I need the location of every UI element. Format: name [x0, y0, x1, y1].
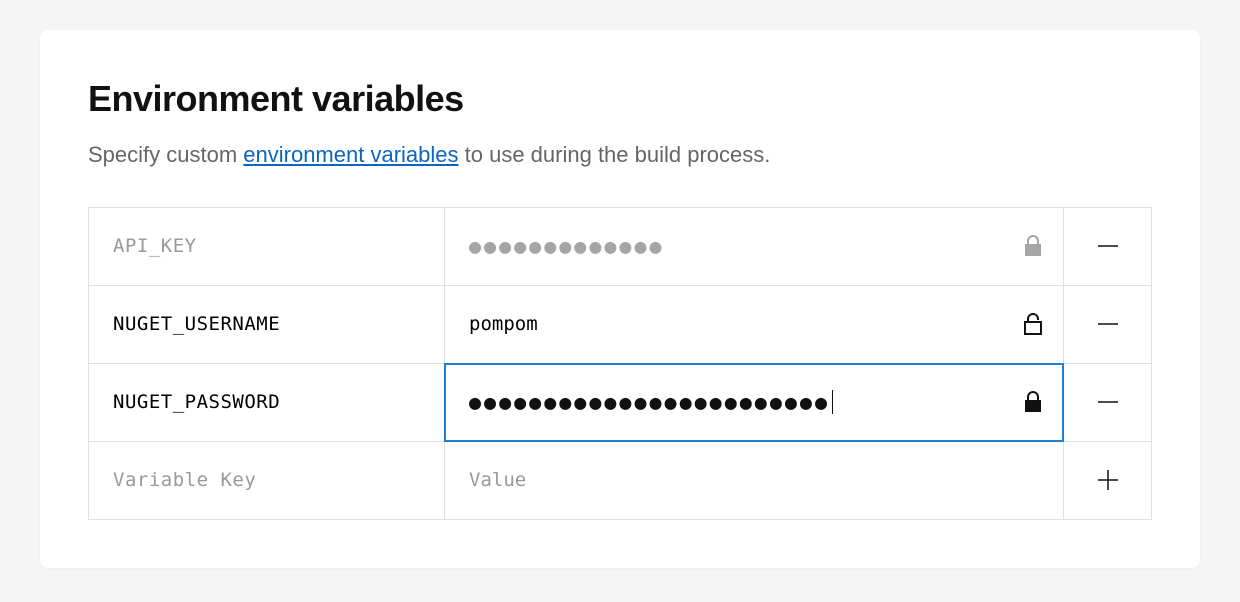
env-vars-card: Environment variables Specify custom env…	[40, 30, 1200, 568]
add-row-button[interactable]	[1063, 442, 1151, 519]
env-var-value-cell: Value	[445, 442, 1151, 519]
env-var-key-input[interactable]: Variable Key	[89, 442, 445, 519]
env-vars-table: API_KEY ●●●●●●●●●●●●●	[88, 207, 1152, 520]
env-var-row: NUGET_PASSWORD ●●●●●●●●●●●●●●●●●●●●●●●●	[89, 364, 1151, 442]
lock-closed-icon	[1023, 234, 1043, 258]
description-prefix: Specify custom	[88, 142, 243, 167]
masked-value: ●●●●●●●●●●●●●	[469, 236, 665, 256]
text-caret	[832, 390, 833, 414]
env-var-value-input[interactable]: ●●●●●●●●●●●●●	[445, 208, 1063, 285]
value-text: pompom	[469, 313, 538, 335]
env-var-value-cell: pompom	[445, 286, 1151, 363]
env-var-value-cell: ●●●●●●●●●●●●●●●●●●●●●●●●	[445, 364, 1151, 441]
env-var-key-input[interactable]: NUGET_PASSWORD	[89, 364, 445, 441]
env-var-value-input[interactable]: pompom	[445, 286, 1063, 363]
env-var-value-cell: ●●●●●●●●●●●●●	[445, 208, 1151, 285]
lock-open-icon	[1023, 312, 1043, 336]
env-var-key-input[interactable]: API_KEY	[89, 208, 445, 285]
minus-icon	[1095, 389, 1121, 415]
lock-closed-icon	[1023, 390, 1043, 414]
value-placeholder: Value	[469, 469, 526, 491]
minus-icon	[1095, 311, 1121, 337]
section-title: Environment variables	[88, 78, 1152, 120]
lock-toggle[interactable]	[1023, 234, 1043, 258]
env-var-new-row: Variable Key Value	[89, 442, 1151, 520]
env-var-key-input[interactable]: NUGET_USERNAME	[89, 286, 445, 363]
env-var-row: API_KEY ●●●●●●●●●●●●●	[89, 208, 1151, 286]
masked-value: ●●●●●●●●●●●●●●●●●●●●●●●●	[469, 392, 830, 412]
section-description: Specify custom environment variables to …	[88, 140, 1152, 171]
env-vars-docs-link[interactable]: environment variables	[243, 142, 458, 167]
remove-row-button[interactable]	[1063, 208, 1151, 285]
remove-row-button[interactable]	[1063, 286, 1151, 363]
minus-icon	[1095, 233, 1121, 259]
env-var-row: NUGET_USERNAME pompom	[89, 286, 1151, 364]
lock-toggle[interactable]	[1023, 312, 1043, 336]
plus-icon	[1095, 467, 1121, 493]
env-var-value-input[interactable]: ●●●●●●●●●●●●●●●●●●●●●●●●	[445, 364, 1063, 441]
remove-row-button[interactable]	[1063, 364, 1151, 441]
description-suffix: to use during the build process.	[459, 142, 771, 167]
lock-toggle[interactable]	[1023, 390, 1043, 414]
env-var-value-input[interactable]: Value	[445, 442, 1063, 519]
